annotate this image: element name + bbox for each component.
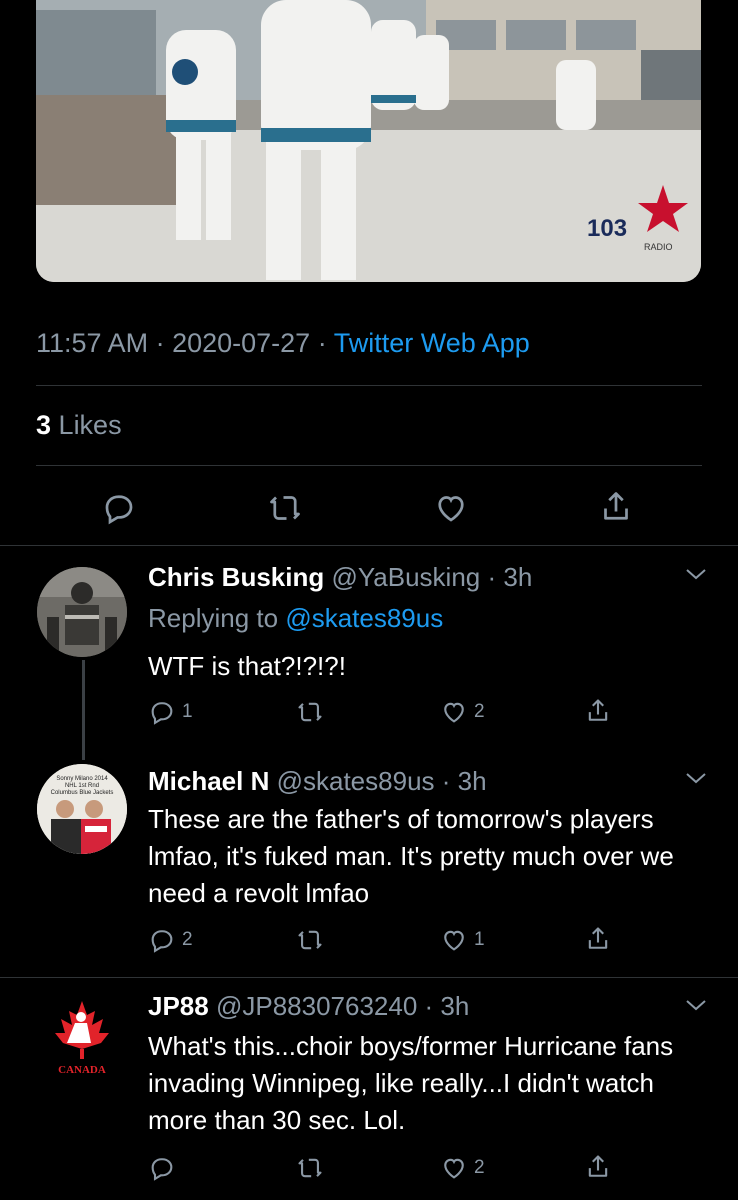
share-icon <box>604 492 628 520</box>
replying-prefix: Replying to <box>148 603 279 633</box>
avatar[interactable] <box>37 567 127 657</box>
more-options-button[interactable] <box>684 566 708 587</box>
handle[interactable]: @JP8830763240 <box>216 991 417 1021</box>
likes-label: Likes <box>58 410 122 440</box>
avatar-caption-line-3: Columbus Blue Jackets <box>51 790 114 796</box>
like-count: 1 <box>474 929 485 950</box>
tweet-timestamp: 11:57 AM · 2020-07-27 · Twitter Web App <box>36 328 530 359</box>
display-name[interactable]: Michael N <box>148 766 269 796</box>
avatar-caption-line-2: NHL 1st Rnd <box>65 783 99 789</box>
reply-header: JP88 @JP8830763240 · 3h <box>148 991 469 1022</box>
handle[interactable]: @YaBusking <box>331 562 480 592</box>
display-name[interactable]: JP88 <box>148 991 209 1021</box>
divider <box>0 545 738 546</box>
retweet-icon <box>298 930 322 950</box>
reply-header: Michael N @skates89us · 3h <box>148 766 487 797</box>
heart-icon <box>444 1158 464 1179</box>
like-button[interactable]: 2 <box>440 1154 485 1182</box>
share-icon <box>588 927 608 949</box>
divider <box>0 977 738 978</box>
tweet-media-video[interactable]: 103 RADIO <box>36 0 701 282</box>
avatar-wordmark: CANADA <box>58 1064 106 1076</box>
share-button[interactable] <box>584 696 612 726</box>
share-button[interactable] <box>598 488 634 526</box>
tweet-text: These are the father's of tomorrow's pla… <box>148 804 674 908</box>
thread-line <box>82 660 85 760</box>
divider <box>36 385 702 386</box>
reply-button[interactable]: 2 <box>148 926 193 954</box>
avatar-caption-line-1: Sonny Milano 2014 <box>56 776 108 782</box>
avatar-image: CANADA <box>37 993 127 1083</box>
reply-icon <box>151 1158 173 1181</box>
reply-button[interactable] <box>101 490 137 526</box>
reply-count: 1 <box>182 701 193 722</box>
share-icon <box>588 699 608 721</box>
likes-stat[interactable]: 3 Likes <box>36 410 122 441</box>
tweet-time: 11:57 AM <box>36 328 149 358</box>
media-scene: 103 RADIO <box>36 0 701 282</box>
heart-icon <box>444 930 464 951</box>
tweet-age: 3h <box>440 991 470 1021</box>
retweet-button[interactable] <box>295 698 331 726</box>
likes-count: 3 <box>36 410 52 440</box>
retweet-icon <box>298 1158 322 1178</box>
reply-button[interactable]: 1 <box>148 698 193 726</box>
reply-button[interactable] <box>148 1154 182 1182</box>
avatar-image <box>37 567 127 657</box>
media-badge-radio: RADIO <box>644 242 673 252</box>
share-icon <box>588 1155 608 1177</box>
share-button[interactable] <box>584 1152 612 1182</box>
heart-icon <box>444 702 464 723</box>
dot-separator: · <box>417 991 441 1021</box>
like-button[interactable]: 2 <box>440 698 485 726</box>
retweet-button[interactable] <box>295 926 331 954</box>
chevron-down-icon <box>686 773 706 784</box>
retweet-button[interactable] <box>266 490 304 526</box>
more-options-button[interactable] <box>684 997 708 1018</box>
avatar-image: Sonny Milano 2014 NHL 1st Rnd Columbus B… <box>37 764 127 854</box>
like-count: 2 <box>474 1157 485 1178</box>
dot-separator: · <box>480 562 504 592</box>
like-button[interactable] <box>433 490 469 526</box>
reply-header: Chris Busking @YaBusking · 3h <box>148 562 532 593</box>
display-name[interactable]: Chris Busking <box>148 562 324 592</box>
chevron-down-icon <box>686 1000 706 1011</box>
more-options-button[interactable] <box>684 770 708 791</box>
meta-separator-2: · <box>310 328 334 358</box>
retweet-icon <box>270 496 300 520</box>
chevron-down-icon <box>686 569 706 580</box>
tweet-age: 3h <box>503 562 533 592</box>
share-button[interactable] <box>584 924 612 954</box>
reply-icon <box>151 930 173 953</box>
like-button[interactable]: 1 <box>440 926 485 954</box>
tweet-source-link[interactable]: Twitter Web App <box>334 328 530 358</box>
divider <box>36 465 702 466</box>
reply-icon <box>105 495 133 525</box>
handle[interactable]: @skates89us <box>277 766 435 796</box>
reply-count: 2 <box>182 929 193 950</box>
tweet-text: What's this...choir boys/former Hurrican… <box>148 1031 674 1135</box>
avatar[interactable]: CANADA <box>37 993 127 1083</box>
tweet-age: 3h <box>457 766 487 796</box>
retweet-icon <box>298 702 322 722</box>
media-badge-number: 103 <box>587 215 627 242</box>
dot-separator: · <box>434 766 458 796</box>
tweet-action-bar <box>0 485 738 535</box>
replying-to: Replying to @skates89us <box>148 603 443 634</box>
avatar[interactable]: Sonny Milano 2014 NHL 1st Rnd Columbus B… <box>37 764 127 854</box>
heart-icon <box>438 496 464 522</box>
tweet-text: WTF is that?!?!?! <box>148 651 346 681</box>
meta-separator: · <box>148 328 173 358</box>
replying-to-handle[interactable]: @skates89us <box>285 603 443 633</box>
reply-icon <box>151 702 173 725</box>
like-count: 2 <box>474 701 485 722</box>
retweet-button[interactable] <box>295 1154 331 1182</box>
tweet-date: 2020-07-27 <box>172 328 311 358</box>
